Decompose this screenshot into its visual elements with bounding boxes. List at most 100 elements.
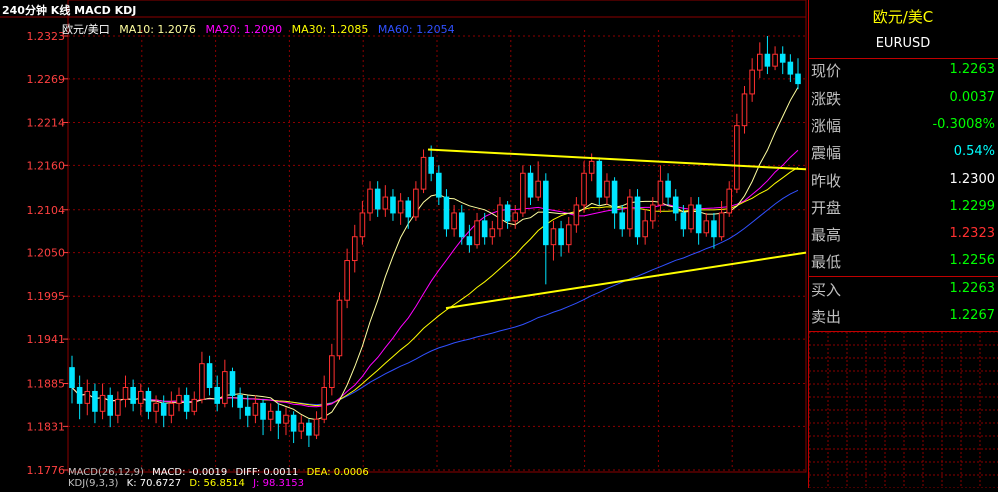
candle-body <box>298 422 305 432</box>
candle-body <box>283 414 289 424</box>
candle-body <box>290 414 297 432</box>
candle-body <box>688 204 694 230</box>
candle-body <box>390 196 396 214</box>
candle-body <box>214 386 220 404</box>
y-tick-label: 1.2160 <box>27 159 66 172</box>
candle-body <box>787 61 794 75</box>
ma60-label: MA60: 1.2054 <box>377 23 455 36</box>
quote-label: 卖出 <box>811 308 842 326</box>
candle-body <box>565 224 572 246</box>
ma30-label: MA30: 1.2085 <box>291 23 369 36</box>
y-tick-label: 1.1995 <box>27 290 66 303</box>
candle-body <box>795 73 801 85</box>
candle-body <box>680 212 687 230</box>
quote-label: 昨收 <box>811 172 842 190</box>
quote-label: 现价 <box>811 62 842 80</box>
candle-body <box>92 390 98 412</box>
ma30-line <box>71 166 799 407</box>
quote-value: 1.2263 <box>949 62 996 77</box>
instrument-code: EURUSD <box>875 36 931 51</box>
quote-value: -0.3008% <box>932 117 995 132</box>
candle-body <box>183 394 190 412</box>
chart-canvas[interactable]: 1.2323 1.2269 1.2214 1.2160 1.2104 1.2050 1.19… <box>0 0 808 488</box>
candle-body <box>145 390 152 412</box>
quote-row: 最低 1.2256 <box>809 249 997 275</box>
quote-row: 涨幅 -0.3008% <box>809 113 997 139</box>
macd-label: MACD(26,12,9) <box>68 467 144 478</box>
ma10-line <box>71 87 799 421</box>
candle-body <box>520 172 526 214</box>
quote-row: 最高 1.2323 <box>809 222 997 248</box>
candle-body <box>275 410 282 424</box>
quote-row: 震幅 0.54% <box>809 140 997 166</box>
candle-body <box>596 160 603 198</box>
candle-body <box>550 228 557 246</box>
candle-body <box>413 188 419 218</box>
y-tick-label: 1.2269 <box>27 73 66 86</box>
trendline <box>445 251 807 310</box>
candle-body <box>512 212 519 222</box>
candle-body <box>436 172 442 198</box>
candle-body <box>504 204 511 222</box>
candle-body <box>321 386 327 420</box>
candle-body <box>650 204 656 222</box>
candle-body <box>634 196 641 238</box>
candle-body <box>741 93 748 127</box>
quote-label: 最低 <box>811 253 842 271</box>
candle-body <box>711 220 717 238</box>
ma10-label: MA10: 1.2076 <box>119 23 196 36</box>
y-tick-label: 1.1776 <box>27 464 66 477</box>
candle-body <box>481 220 488 238</box>
candle-body <box>657 180 664 206</box>
quote-label: 涨跌 <box>811 90 842 108</box>
y-tick-label: 1.2104 <box>27 204 66 217</box>
candle-body <box>160 402 167 416</box>
candle-body <box>229 371 236 396</box>
quote-label: 买入 <box>811 281 842 299</box>
candle-body <box>428 156 434 174</box>
candle-body <box>756 53 763 71</box>
quote-label: 涨幅 <box>811 117 842 135</box>
ma20-label: MA20: 1.2090 <box>205 23 283 36</box>
ma20-line <box>71 149 799 408</box>
ma-legend: 欧元/美口 MA10: 1.2076 MA20: 1.2090 MA30: 1.… <box>62 21 461 37</box>
candle-body <box>115 398 121 416</box>
candle-body <box>527 172 534 198</box>
quote-label: 震幅 <box>811 144 842 162</box>
quote-row: 开盘 1.2299 <box>809 195 997 221</box>
candle-body <box>718 212 725 238</box>
diff-value: DIFF: 0.0011 <box>235 467 299 478</box>
candle-body <box>619 212 626 230</box>
k-value: K: 70.6727 <box>126 478 182 489</box>
candle-body <box>237 394 243 408</box>
candle-body <box>76 386 83 404</box>
quote-value: 0.54% <box>953 144 995 159</box>
candle-body <box>573 204 580 226</box>
y-tick-label: 1.2323 <box>27 30 66 43</box>
candle-body <box>176 394 182 404</box>
y-tick-label: 1.2214 <box>27 116 66 129</box>
candle-body <box>405 200 412 218</box>
candle-body <box>779 53 786 63</box>
candle-body <box>703 220 710 234</box>
candle-body <box>153 402 159 412</box>
y-tick-label: 1.1941 <box>27 333 66 346</box>
candle-body <box>130 386 136 404</box>
trendline <box>427 148 807 171</box>
candle-body <box>474 220 480 246</box>
candle-body <box>611 180 618 214</box>
y-tick-label: 1.2050 <box>27 247 66 260</box>
quote-row: 现价 1.2263 <box>809 58 997 84</box>
panel-grid <box>809 332 998 488</box>
candle-body <box>581 172 587 206</box>
candlestick-chart[interactable]: 1.2323 1.2269 1.2214 1.2160 1.2104 1.2050 1.19… <box>0 0 808 489</box>
candle-body <box>313 418 320 436</box>
candle-body <box>734 125 740 190</box>
candle-body <box>627 196 633 230</box>
candle-body <box>351 236 358 262</box>
candle-body <box>69 367 75 388</box>
candle-body <box>604 180 610 198</box>
y-tick-label: 1.1885 <box>27 378 66 391</box>
candle-body <box>344 260 350 301</box>
quote-row: 卖出 1.2267 <box>809 304 997 330</box>
